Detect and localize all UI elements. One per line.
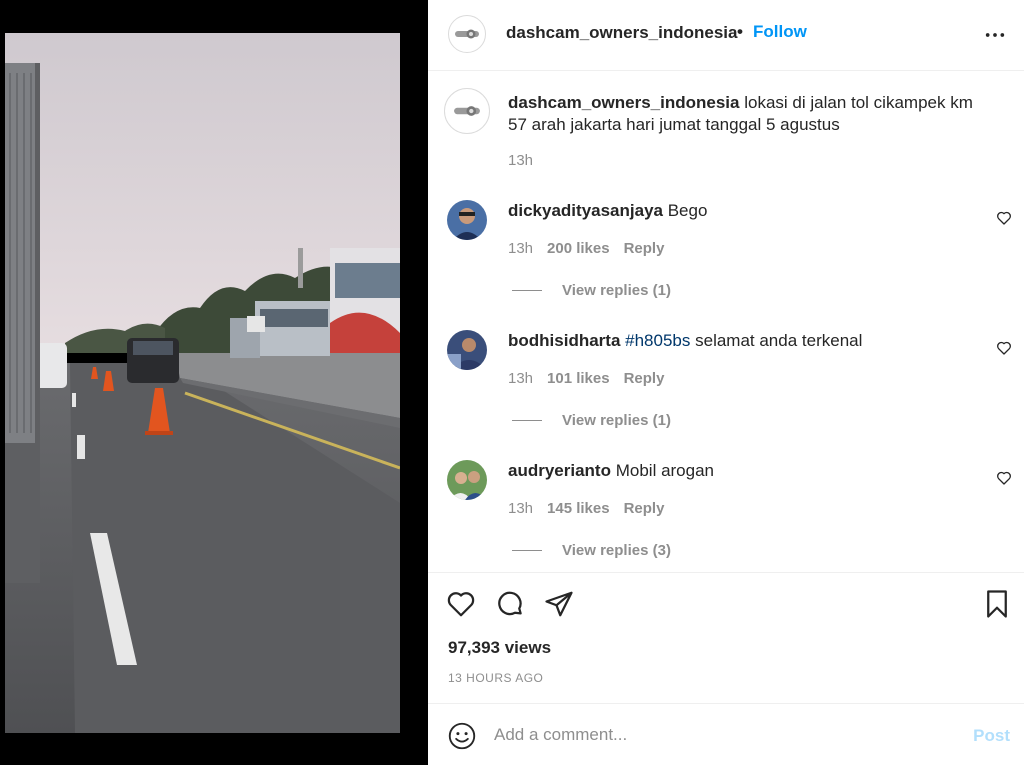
emoji-smile-icon[interactable] [448, 722, 476, 750]
follow-button[interactable]: Follow [753, 22, 807, 42]
comment-meta: 13h 200 likes Reply [508, 240, 664, 257]
view-replies-label: View replies (1) [562, 412, 671, 429]
bookmark-icon[interactable] [982, 589, 1012, 619]
comment-likes[interactable]: 200 likes [547, 240, 610, 257]
caption-text: dashcam_owners_indonesia lokasi di jalan… [508, 92, 988, 136]
comment-hashtag[interactable]: #h805bs [625, 331, 690, 350]
heart-icon[interactable] [996, 340, 1012, 356]
view-replies-button[interactable]: View replies (1) [512, 282, 671, 299]
post-side-panel: dashcam_owners_indonesia • Follow dashca… [428, 0, 1024, 765]
avatar[interactable] [447, 330, 487, 370]
user-photo-icon [447, 200, 487, 240]
user-photo-icon [447, 330, 487, 370]
avatar[interactable] [447, 200, 487, 240]
comment-meta: 13h 101 likes Reply [508, 370, 664, 387]
comment-meta: 13h 145 likes Reply [508, 500, 664, 517]
paper-plane-icon[interactable] [544, 589, 574, 619]
view-replies-button[interactable]: View replies (3) [512, 542, 671, 559]
comment-time: 13h [508, 500, 534, 517]
comment-likes[interactable]: 145 likes [547, 500, 610, 517]
post-actions: 97,393 views 13 HOURS AGO [428, 572, 1024, 703]
comment-text: bodhisidharta #h805bs selamat anda terke… [508, 330, 862, 352]
comment-username[interactable]: audryerianto [508, 461, 611, 480]
comment-input[interactable] [494, 719, 944, 751]
caption-timestamp: 13h [508, 152, 534, 169]
media-panel [0, 0, 428, 765]
caption-avatar[interactable] [444, 88, 490, 134]
comment-item: bodhisidharta #h805bs selamat anda terke… [428, 330, 1024, 460]
comment-item: dickyadityasanjaya Bego 13h 200 likes Re… [428, 200, 1024, 330]
comment-time: 13h [508, 370, 534, 387]
separator-dot: • [737, 22, 743, 41]
replies-divider [512, 420, 542, 421]
post-video[interactable] [5, 33, 400, 733]
post-header: dashcam_owners_indonesia • Follow [428, 0, 1024, 71]
comment-likes[interactable]: 101 likes [547, 370, 610, 387]
comment-body: Bego [667, 201, 708, 220]
comment-body: selamat anda terkenal [695, 331, 863, 350]
heart-icon[interactable] [446, 589, 476, 619]
reply-button[interactable]: Reply [624, 240, 665, 257]
profile-avatar[interactable] [448, 15, 486, 53]
add-comment-bar: Post [428, 703, 1024, 765]
caption-username[interactable]: dashcam_owners_indonesia [508, 93, 739, 112]
post-button[interactable]: Post [973, 726, 1010, 746]
dashcam-logo-icon [455, 29, 479, 39]
header-username[interactable]: dashcam_owners_indonesia [506, 23, 737, 43]
comment-username[interactable]: bodhisidharta [508, 331, 620, 350]
comment-item: audryerianto Mobil arogan 13h 145 likes … [428, 460, 1024, 572]
post-timestamp[interactable]: 13 HOURS AGO [448, 671, 543, 685]
avatar[interactable] [447, 460, 487, 500]
user-photo-icon [447, 460, 487, 500]
replies-divider [512, 290, 542, 291]
comment-body: Mobil arogan [615, 461, 714, 480]
post-caption: dashcam_owners_indonesia lokasi di jalan… [428, 72, 1024, 192]
view-replies-button[interactable]: View replies (1) [512, 412, 671, 429]
comment-text: audryerianto Mobil arogan [508, 460, 714, 482]
heart-icon[interactable] [996, 470, 1012, 486]
dashcam-logo-icon [454, 106, 480, 116]
comments-section[interactable]: dashcam_owners_indonesia lokasi di jalan… [428, 72, 1024, 572]
replies-divider [512, 550, 542, 551]
comment-time: 13h [508, 240, 534, 257]
comment-bubble-icon[interactable] [495, 589, 525, 619]
reply-button[interactable]: Reply [624, 500, 665, 517]
view-replies-label: View replies (3) [562, 542, 671, 559]
video-frame-image [5, 33, 400, 733]
view-replies-label: View replies (1) [562, 282, 671, 299]
comment-username[interactable]: dickyadityasanjaya [508, 201, 663, 220]
more-horizontal-icon[interactable] [984, 24, 1006, 46]
heart-icon[interactable] [996, 210, 1012, 226]
views-count[interactable]: 97,393 views [448, 638, 551, 658]
comment-text: dickyadityasanjaya Bego [508, 200, 707, 222]
reply-button[interactable]: Reply [624, 370, 665, 387]
